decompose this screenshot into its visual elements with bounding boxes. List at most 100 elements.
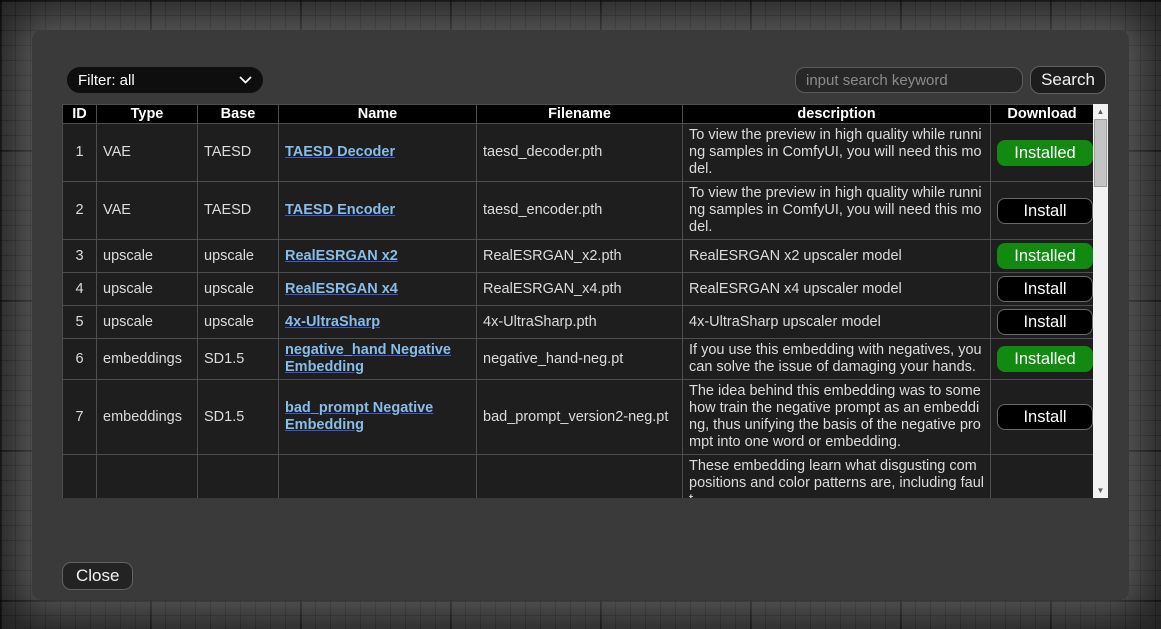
cell-description: RealESRGAN x2 upscaler model [683, 240, 991, 273]
cell-filename: taesd_encoder.pth [477, 182, 683, 240]
installed-button[interactable]: Installed [997, 140, 1093, 166]
cell-description: To view the preview in high quality whil… [683, 124, 991, 182]
installed-button[interactable]: Installed [997, 346, 1093, 372]
comfyui-canvas: Filter: all Search IDTypeBaseNameFilenam… [0, 0, 1161, 629]
cell-type: upscale [97, 273, 198, 306]
cell-download: Install [991, 273, 1094, 306]
table-row: These embedding learn what disgusting co… [63, 455, 1094, 499]
cell-type: VAE [97, 182, 198, 240]
install-button[interactable]: Install [997, 198, 1093, 224]
model-name-link[interactable]: negative_hand Negative Embedding [285, 342, 451, 375]
cell-base: upscale [198, 240, 279, 273]
model-name-link[interactable]: 4x-UltraSharp [285, 314, 380, 330]
cell-name [279, 455, 477, 499]
cell-filename [477, 455, 683, 499]
column-header-type: Type [97, 105, 198, 124]
cell-download: Install [991, 306, 1094, 339]
install-button[interactable]: Install [997, 309, 1093, 335]
cell-id: 4 [63, 273, 97, 306]
cell-download: Install [991, 182, 1094, 240]
cell-description: 4x-UltraSharp upscaler model [683, 306, 991, 339]
close-button[interactable]: Close [62, 562, 133, 590]
cell-name: 4x-UltraSharp [279, 306, 477, 339]
cell-base: SD1.5 [198, 339, 279, 380]
cell-base: upscale [198, 273, 279, 306]
filter-select-value: Filter: all [78, 72, 135, 89]
model-table-container: IDTypeBaseNameFilenamedescriptionDownloa… [62, 104, 1108, 498]
cell-id [63, 455, 97, 499]
cell-type: embeddings [97, 380, 198, 455]
cell-filename: negative_hand-neg.pt [477, 339, 683, 380]
cell-name: bad_prompt Negative Embedding [279, 380, 477, 455]
column-header-name: Name [279, 105, 477, 124]
cell-type: embeddings [97, 339, 198, 380]
cell-id: 3 [63, 240, 97, 273]
column-header-base: Base [198, 105, 279, 124]
column-header-id: ID [63, 105, 97, 124]
cell-id: 7 [63, 380, 97, 455]
table-scrollbar[interactable]: ▲ ▼ [1093, 104, 1108, 498]
cell-base: TAESD [198, 124, 279, 182]
install-button[interactable]: Install [997, 276, 1093, 302]
scrollbar-down-arrow-icon[interactable]: ▼ [1093, 483, 1108, 498]
model-name-link[interactable]: RealESRGAN x4 [285, 281, 398, 297]
cell-description: These embedding learn what disgusting co… [683, 455, 991, 499]
model-name-link[interactable]: bad_prompt Negative Embedding [285, 400, 433, 433]
table-row: 5upscaleupscale4x-UltraSharp4x-UltraShar… [63, 306, 1094, 339]
table-row: 2VAETAESD TAESD Encoder taesd_encoder.pthT… [63, 182, 1094, 240]
cell-base: SD1.5 [198, 380, 279, 455]
installed-button[interactable]: Installed [997, 243, 1093, 269]
cell-name: TAESD Encoder [279, 182, 477, 240]
cell-id: 2 [63, 182, 97, 240]
cell-id: 6 [63, 339, 97, 380]
cell-name: negative_hand Negative Embedding [279, 339, 477, 380]
table-row: 6embeddingsSD1.5negative_hand Negative E… [63, 339, 1094, 380]
cell-download: Installed [991, 240, 1094, 273]
cell-base: TAESD [198, 182, 279, 240]
column-header-download: Download [991, 105, 1094, 124]
cell-filename: RealESRGAN_x2.pth [477, 240, 683, 273]
table-row: 7embeddingsSD1.5bad_prompt Negative Embe… [63, 380, 1094, 455]
cell-type: VAE [97, 124, 198, 182]
column-header-description: description [683, 105, 991, 124]
cell-filename: taesd_decoder.pth [477, 124, 683, 182]
cell-id: 1 [63, 124, 97, 182]
table-row: 1VAETAESD TAESD Decoder taesd_decoder.pthT… [63, 124, 1094, 182]
cell-description: The idea behind this embedding was to so… [683, 380, 991, 455]
table-row: 4upscaleupscaleRealESRGAN x4RealESRGAN_x… [63, 273, 1094, 306]
cell-filename: 4x-UltraSharp.pth [477, 306, 683, 339]
cell-type: upscale [97, 240, 198, 273]
scrollbar-thumb[interactable] [1094, 119, 1107, 187]
table-header-row: IDTypeBaseNameFilenamedescriptionDownloa… [63, 105, 1094, 124]
cell-type [97, 455, 198, 499]
cell-download: Install [991, 380, 1094, 455]
scrollbar-up-arrow-icon[interactable]: ▲ [1093, 104, 1108, 119]
cell-description: RealESRGAN x4 upscaler model [683, 273, 991, 306]
cell-description: To view the preview in high quality whil… [683, 182, 991, 240]
model-name-link[interactable]: TAESD Decoder [285, 144, 395, 160]
model-name-link[interactable]: TAESD Encoder [285, 202, 395, 218]
model-name-link[interactable]: RealESRGAN x2 [285, 248, 398, 264]
install-button[interactable]: Install [997, 404, 1093, 430]
cell-filename: RealESRGAN_x4.pth [477, 273, 683, 306]
search-button[interactable]: Search [1030, 66, 1106, 94]
cell-filename: bad_prompt_version2-neg.pt [477, 380, 683, 455]
table-row: 3upscaleupscaleRealESRGAN x2RealESRGAN_x… [63, 240, 1094, 273]
filter-select[interactable]: Filter: all [67, 67, 263, 93]
cell-description: If you use this embedding with negatives… [683, 339, 991, 380]
cell-type: upscale [97, 306, 198, 339]
chevron-down-icon [239, 76, 252, 84]
cell-download [991, 455, 1094, 499]
model-table: IDTypeBaseNameFilenamedescriptionDownloa… [62, 104, 1094, 498]
model-manager-dialog: Filter: all Search IDTypeBaseNameFilenam… [32, 30, 1129, 600]
cell-id: 5 [63, 306, 97, 339]
column-header-filename: Filename [477, 105, 683, 124]
cell-base [198, 455, 279, 499]
cell-download: Installed [991, 339, 1094, 380]
cell-download: Installed [991, 124, 1094, 182]
model-table-body: 1VAETAESDTAESD Decodertaesd_decoder.pthT… [63, 124, 1094, 499]
cell-name: TAESD Decoder [279, 124, 477, 182]
cell-base: upscale [198, 306, 279, 339]
cell-name: RealESRGAN x4 [279, 273, 477, 306]
search-input[interactable] [795, 67, 1023, 93]
